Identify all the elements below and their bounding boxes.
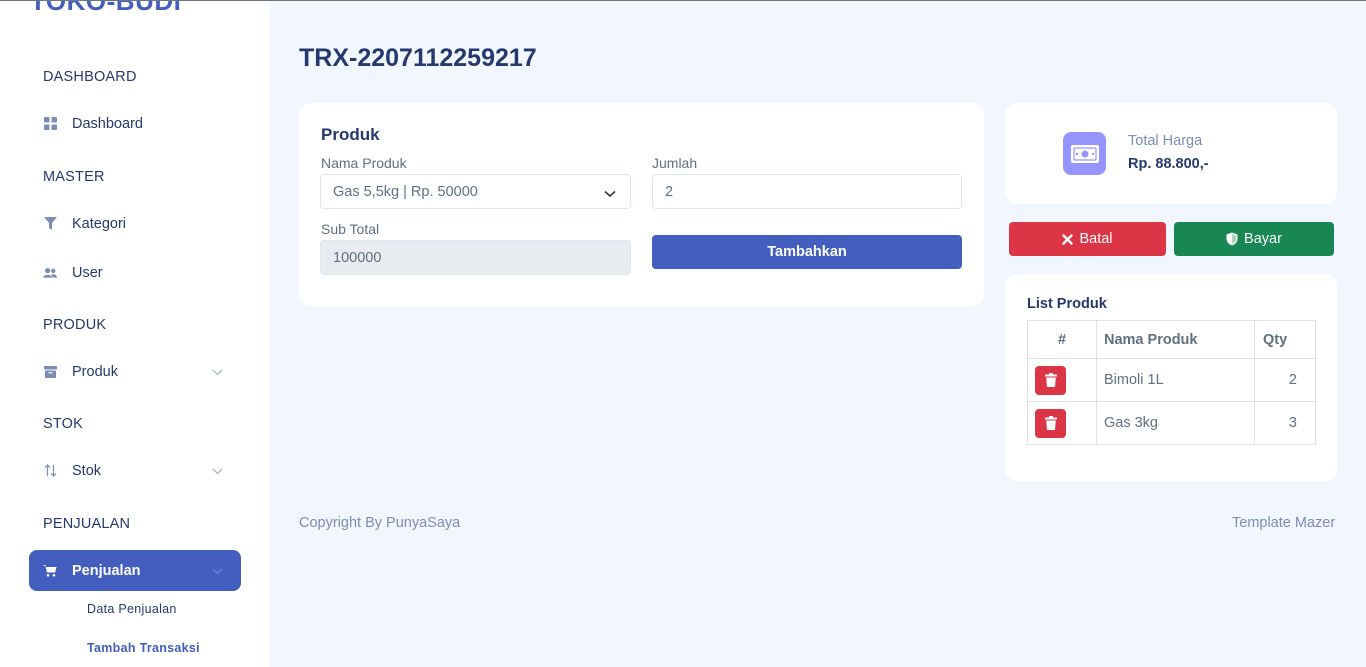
sidebar: TOKO-BUDI DASHBOARD Dashboard MASTER Kat… [0, 0, 270, 667]
table-cell-action [1027, 358, 1097, 402]
page-title: TRX-2207112259217 [299, 44, 537, 72]
sidebar-item-label: Penjualan [72, 562, 141, 579]
menu-title-stok: STOK [43, 416, 84, 432]
sidebar-item-dashboard[interactable]: Dashboard [29, 103, 241, 144]
shield-icon [1226, 232, 1238, 246]
table-row: Gas 3kg 3 [1027, 401, 1316, 445]
sidebar-item-label: Produk [72, 363, 118, 380]
delete-button[interactable] [1035, 408, 1066, 438]
sidebar-item-label: Stok [72, 462, 102, 479]
bayar-label: Bayar [1244, 231, 1282, 247]
list-produk-table: # Nama Produk Qty Bimoli 1L 2 Gas 3kg 3 [1027, 320, 1316, 445]
people-icon [43, 266, 57, 280]
nama-produk-label: Nama Produk [321, 155, 407, 171]
total-card: Total Harga Rp. 88.800,- [1005, 103, 1337, 204]
batal-button[interactable]: Batal [1009, 222, 1166, 256]
subtotal-field: 100000 [320, 240, 631, 275]
trash-icon [1044, 416, 1057, 430]
trash-icon [1044, 373, 1057, 387]
list-produk-card: List Produk # Nama Produk Qty Bimoli 1L … [1005, 274, 1337, 481]
column-header-hash: # [1027, 320, 1097, 359]
table-cell-name: Bimoli 1L [1096, 358, 1255, 402]
column-header-name: Nama Produk [1096, 320, 1255, 359]
chevron-down-icon [212, 563, 223, 579]
table-row: Bimoli 1L 2 [1027, 358, 1316, 402]
menu-title-penjualan: PENJUALAN [43, 516, 131, 532]
menu-title-master: MASTER [43, 169, 105, 185]
submenu-tambah-transaksi[interactable]: Tambah Transaksi [87, 641, 200, 655]
money-icon [1063, 132, 1106, 175]
footer-template-link[interactable]: Template Mazer [1232, 515, 1335, 531]
menu-title-dashboard: DASHBOARD [43, 69, 137, 85]
table-cell-qty: 3 [1254, 401, 1316, 445]
grid-icon [43, 117, 57, 131]
sort-arrows-icon [43, 464, 57, 478]
nama-produk-value: Gas 5,5kg | Rp. 50000 [333, 183, 478, 200]
submenu-data-penjualan[interactable]: Data Penjualan [87, 602, 177, 616]
chevron-down-icon [604, 186, 616, 202]
batal-label: Batal [1079, 231, 1113, 247]
jumlah-input[interactable]: 2 [652, 174, 962, 209]
table-header-row: # Nama Produk Qty [1027, 320, 1316, 359]
cart-icon [43, 564, 57, 578]
archive-icon [43, 365, 57, 379]
jumlah-value: 2 [665, 183, 674, 200]
table-cell-qty: 2 [1254, 358, 1316, 402]
total-harga-value: Rp. 88.800,- [1128, 156, 1209, 172]
delete-button[interactable] [1035, 365, 1066, 395]
sidebar-item-label: User [72, 264, 103, 281]
produk-card: Produk Nama Produk Gas 5,5kg | Rp. 50000… [299, 103, 984, 306]
footer-copyright: Copyright By PunyaSaya [299, 515, 461, 531]
total-harga-label: Total Harga [1128, 133, 1203, 149]
sidebar-item-kategori[interactable]: Kategori [29, 203, 241, 244]
filter-icon [43, 217, 57, 231]
list-produk-title: List Produk [1027, 296, 1107, 312]
chevron-down-icon [212, 364, 223, 380]
subtotal-label: Sub Total [321, 221, 380, 237]
produk-card-heading: Produk [321, 125, 380, 144]
menu-title-produk: PRODUK [43, 317, 107, 333]
bayar-button[interactable]: Bayar [1174, 222, 1334, 256]
sidebar-item-label: Dashboard [72, 115, 143, 132]
sidebar-item-penjualan[interactable]: Penjualan [29, 550, 241, 591]
sidebar-item-stok[interactable]: Stok [29, 450, 241, 491]
sidebar-item-label: Kategori [72, 215, 127, 232]
top-border [0, 0, 1366, 1]
tambahkan-button[interactable]: Tambahkan [652, 235, 962, 269]
sidebar-item-produk[interactable]: Produk [29, 351, 241, 392]
chevron-down-icon [212, 463, 223, 479]
table-cell-action [1027, 401, 1097, 445]
table-cell-name: Gas 3kg [1096, 401, 1255, 445]
close-icon [1062, 233, 1074, 245]
jumlah-label: Jumlah [652, 155, 698, 171]
nama-produk-select[interactable]: Gas 5,5kg | Rp. 50000 [320, 174, 631, 209]
subtotal-value: 100000 [333, 249, 382, 266]
column-header-qty: Qty [1254, 320, 1316, 359]
sidebar-item-user[interactable]: User [29, 252, 241, 293]
logo[interactable]: TOKO-BUDI [30, 0, 181, 17]
